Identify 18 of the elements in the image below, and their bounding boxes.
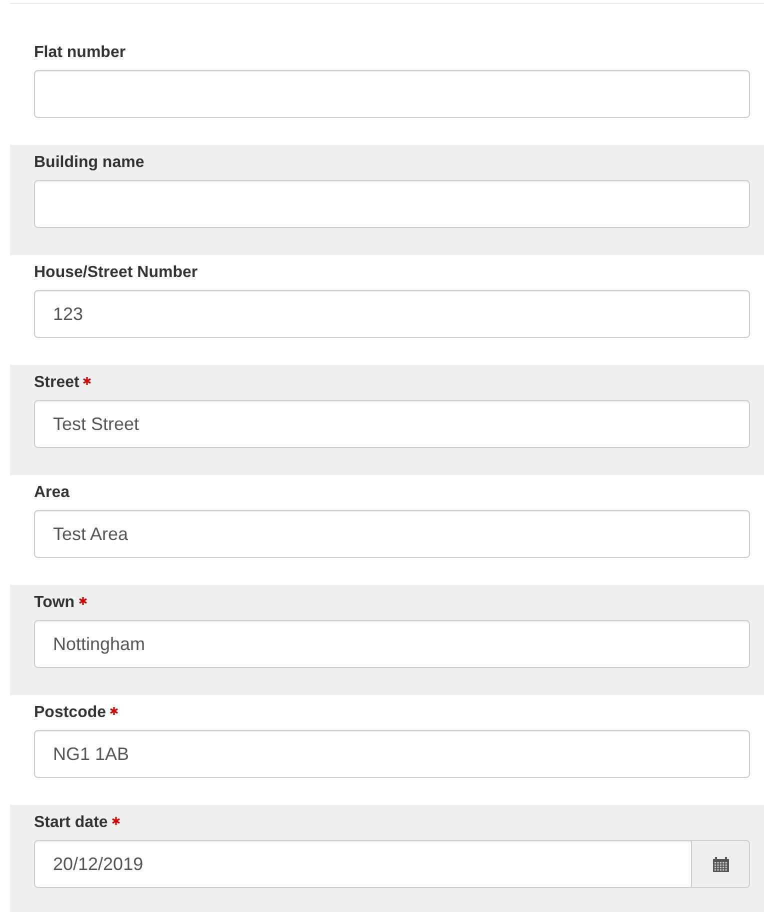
input-field[interactable]: 123 <box>34 290 750 338</box>
input-field[interactable]: NG1 1AB <box>34 730 750 778</box>
input-field[interactable]: Test Area <box>34 510 750 558</box>
field-label: Postcode <box>34 703 106 723</box>
date-field[interactable]: 20/12/2019 <box>34 840 692 888</box>
input-field[interactable] <box>34 70 750 118</box>
field-label: Start date <box>34 813 108 833</box>
input-field[interactable]: Nottingham <box>34 620 750 668</box>
input-field[interactable] <box>34 180 750 228</box>
field-label: Flat number <box>34 43 126 63</box>
field-label: House/Street Number <box>34 263 198 283</box>
field-label: Town <box>34 593 75 613</box>
calendar-button[interactable] <box>692 840 750 888</box>
field-label: Area <box>34 483 70 503</box>
calendar-icon <box>712 856 728 872</box>
field-label: Building name <box>34 153 144 173</box>
input-field[interactable]: Test Street <box>34 400 750 448</box>
field-label: Street <box>34 373 80 393</box>
